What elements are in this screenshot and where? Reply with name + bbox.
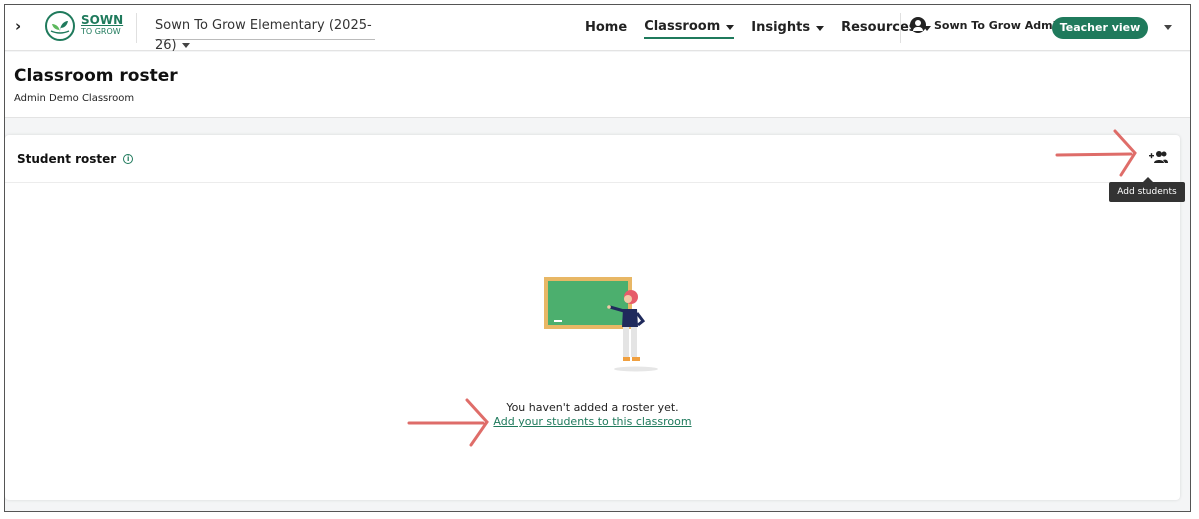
add-students-button[interactable] — [1148, 148, 1170, 166]
nav-insights-label: Insights — [751, 20, 811, 35]
page-header: Classroom roster Admin Demo Classroom — [5, 52, 1190, 118]
logo-line1: SOWN — [81, 13, 124, 27]
top-nav: › SOWN TO GROW Sown To Grow Elementary (… — [5, 5, 1190, 53]
add-students-link-label[interactable]: Add your students to this classroom — [493, 415, 691, 428]
card-title-label: Student roster — [17, 152, 117, 166]
page-title: Classroom roster — [14, 66, 178, 86]
logo[interactable]: SOWN TO GROW — [45, 11, 123, 41]
card-title: Student roster i — [17, 152, 134, 166]
empty-roster-message: You haven't added a roster yet. — [506, 401, 679, 414]
caret-down-icon — [816, 25, 825, 31]
nav-classroom[interactable]: Classroom — [644, 17, 735, 39]
nav-home[interactable]: Home — [585, 17, 627, 39]
logo-line2: TO GROW — [81, 27, 121, 36]
card-header: Student roster i — [5, 135, 1180, 183]
user-name: Sown To Grow Admin — [934, 18, 1065, 32]
caret-down-icon — [181, 43, 190, 48]
caret-down-icon — [726, 24, 735, 30]
teacher-view-button[interactable]: Teacher view — [1052, 17, 1148, 39]
account-circle-icon — [910, 17, 926, 33]
main-nav: Home Classroom Insights Resources — [585, 17, 948, 39]
classroom-name: Admin Demo Classroom — [14, 93, 135, 104]
info-icon[interactable]: i — [123, 154, 134, 164]
add-students-tooltip: Add students — [1109, 177, 1185, 202]
user-menu-caret-icon[interactable] — [1164, 25, 1172, 30]
nav-insights[interactable]: Insights — [751, 17, 825, 39]
nav-home-label: Home — [585, 20, 628, 35]
chevron-right-icon[interactable]: › — [15, 17, 29, 35]
add-group-icon — [1149, 151, 1168, 163]
add-students-link[interactable]: Add your students to this classroom — [5, 415, 1180, 428]
sprout-logo-icon — [45, 11, 75, 41]
nav-divider — [900, 13, 901, 43]
school-select[interactable]: Sown To Grow Elementary (2025-26) — [155, 16, 375, 53]
nav-divider — [136, 13, 137, 43]
app-frame: › SOWN TO GROW Sown To Grow Elementary (… — [4, 4, 1191, 512]
nav-classroom-label: Classroom — [644, 19, 721, 34]
logo-text: SOWN TO GROW — [81, 13, 124, 37]
nav-resources-label: Resources — [841, 20, 917, 35]
user-menu[interactable]: Sown To Grow Admin — [910, 17, 1064, 33]
student-roster-card: Student roster i Add students You haven'… — [5, 135, 1185, 500]
empty-roster-illustration — [540, 273, 670, 373]
